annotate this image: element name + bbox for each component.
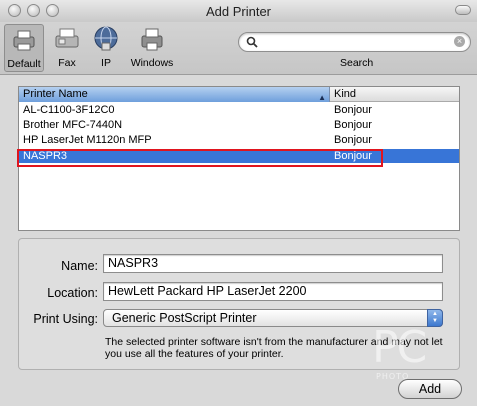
tab-windows[interactable]: Windows: [127, 24, 177, 72]
windows-printer-icon: [141, 28, 163, 51]
list-item[interactable]: Brother MFC-7440N Bonjour: [19, 118, 459, 132]
search-icon: [246, 36, 258, 48]
toolbar-toggle-button[interactable]: [455, 5, 471, 15]
title-bar: Add Printer: [0, 0, 477, 23]
tab-fax[interactable]: Fax: [50, 24, 84, 72]
default-printer-icon: [13, 30, 35, 51]
toolbar: Default Fax IP Windows × Search: [0, 22, 477, 75]
name-label: Name:: [61, 259, 98, 273]
location-label: Location:: [47, 286, 98, 300]
search-label: Search: [340, 57, 374, 69]
column-header-printer-name[interactable]: Printer Name ▲: [19, 87, 330, 102]
search-field[interactable]: ×: [238, 32, 471, 52]
clear-search-icon[interactable]: ×: [454, 36, 465, 47]
selection-highlight-box: [17, 149, 383, 167]
window-title: Add Printer: [205, 4, 272, 19]
column-header-kind[interactable]: Kind: [330, 87, 459, 102]
fax-icon: [55, 28, 79, 48]
watermark-logo: PC: [372, 322, 427, 373]
list-item[interactable]: HP LaserJet M1120n MFP Bonjour: [19, 133, 459, 147]
list-item[interactable]: AL-C1100-3F12C0 Bonjour: [19, 103, 459, 117]
tab-default[interactable]: Default: [4, 24, 44, 72]
ip-globe-icon: [94, 26, 118, 51]
print-using-label: Print Using:: [33, 312, 98, 326]
list-header: Printer Name ▲ Kind: [19, 87, 459, 102]
location-field[interactable]: HewLett Packard HP LaserJet 2200: [103, 282, 443, 301]
tab-ip[interactable]: IP: [90, 24, 122, 72]
name-field[interactable]: NASPR3: [103, 254, 443, 273]
add-button[interactable]: Add: [398, 379, 462, 399]
popup-arrows-icon: ▲ ▼: [427, 309, 443, 327]
